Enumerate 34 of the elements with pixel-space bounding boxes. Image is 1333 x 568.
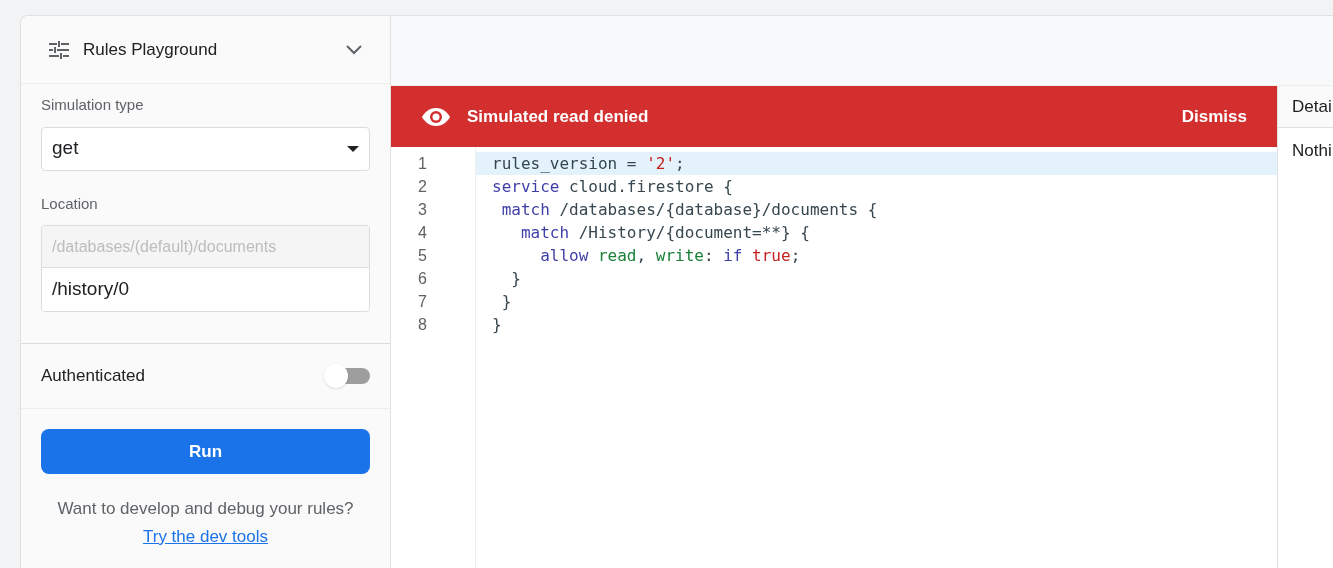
code-line: } — [500, 291, 513, 313]
eye-icon — [421, 106, 451, 127]
panel-title: Rules Playground — [83, 38, 219, 61]
code-line: match /History/{document=**} { — [519, 222, 811, 244]
authenticated-toggle[interactable] — [324, 364, 370, 388]
details-heading: Detai — [1292, 95, 1332, 118]
details-text: Nothi — [1291, 140, 1333, 162]
dev-tools-link[interactable]: Try the dev tools — [142, 523, 268, 549]
line-number: 2 — [417, 177, 428, 197]
code-line: } — [510, 268, 522, 290]
location-input[interactable]: /history/0 — [42, 268, 369, 311]
code-line: allow read, write: if true; — [539, 245, 802, 267]
banner-message: Simulated read denied — [467, 105, 650, 128]
code-line: match /databases/{database}/documents { — [500, 199, 879, 221]
dev-tools-hint: Want to develop and debug your rules? — [57, 498, 354, 520]
line-number: 4 — [417, 223, 428, 243]
line-number: 1 — [417, 154, 428, 174]
simulation-type-select[interactable]: get — [41, 126, 370, 171]
dropdown-arrow-icon — [347, 145, 359, 152]
sliders-icon — [49, 40, 69, 59]
run-button[interactable]: Run — [41, 429, 370, 474]
code-line: service cloud.firestore { — [491, 176, 734, 198]
authenticated-label: Authenticated — [41, 365, 145, 388]
line-number: 6 — [417, 269, 428, 289]
field-label: Location — [41, 193, 99, 214]
line-number: 7 — [417, 292, 428, 312]
line-number: 3 — [417, 200, 428, 220]
chevron-icon[interactable] — [346, 44, 362, 55]
field-label: Simulation type — [41, 95, 145, 115]
code-line: } — [491, 314, 503, 336]
dismiss-button[interactable]: Dismiss — [1181, 103, 1247, 130]
line-number: 8 — [417, 315, 428, 335]
location-prefix: /databases/(default)/documents — [42, 226, 369, 268]
line-number: 5 — [417, 246, 428, 266]
